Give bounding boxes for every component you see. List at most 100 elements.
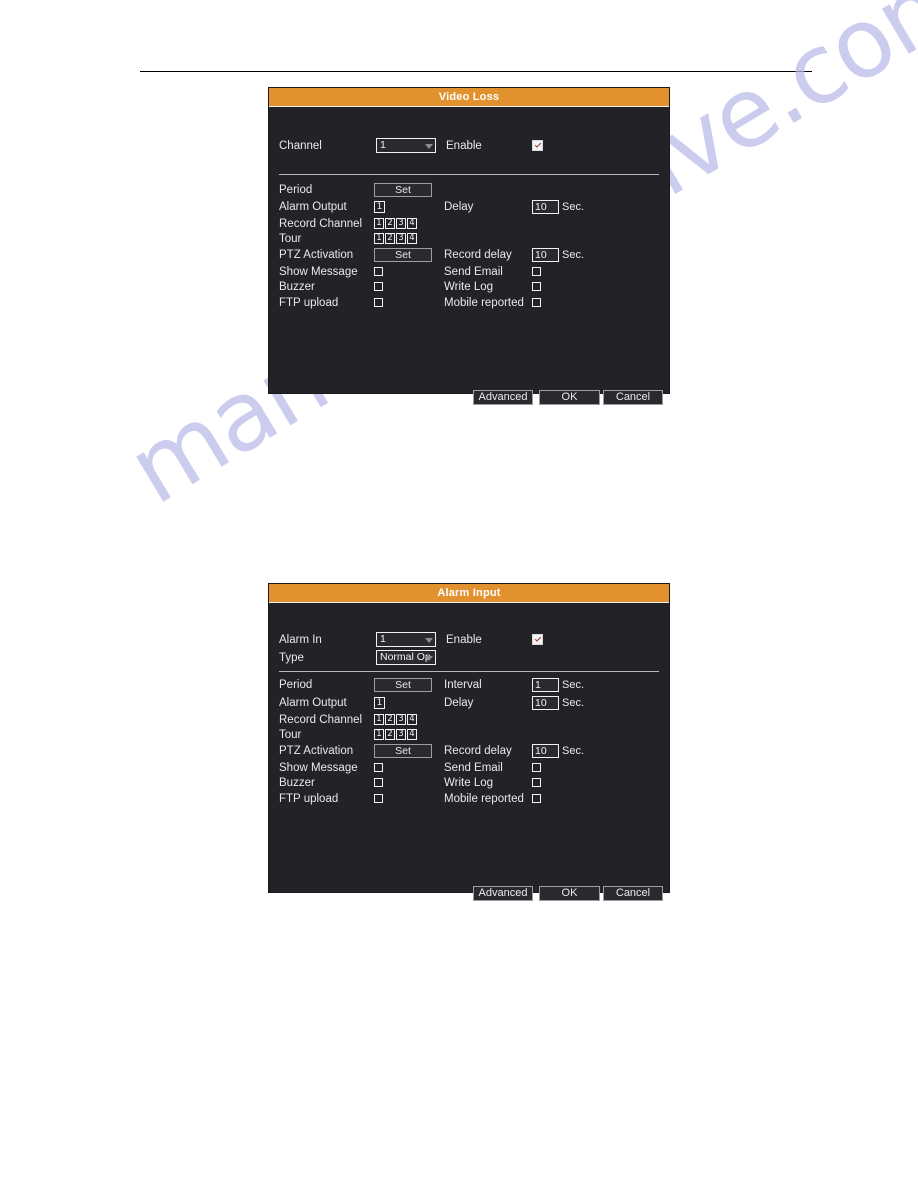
- alarm-output-row: Alarm Output 1 Delay 10 Sec.: [279, 695, 659, 711]
- advanced-button[interactable]: Advanced: [473, 390, 533, 405]
- tour-boxes[interactable]: 1 2 3 4: [374, 729, 417, 740]
- show-message-checkbox[interactable]: [374, 267, 383, 276]
- delay-input[interactable]: 10: [532, 696, 559, 710]
- send-email-checkbox[interactable]: [532, 267, 541, 276]
- alarm-output-row: Alarm Output 1 Delay 10 Sec.: [279, 199, 659, 215]
- ok-button[interactable]: OK: [539, 886, 600, 901]
- record-delay-unit: Sec.: [562, 745, 585, 757]
- write-log-checkbox[interactable]: [532, 282, 541, 291]
- ftp-upload-checkbox[interactable]: [374, 298, 383, 307]
- write-log-label: Write Log: [444, 777, 494, 789]
- tour-channel-4[interactable]: 4: [407, 729, 417, 740]
- show-message-checkbox[interactable]: [374, 763, 383, 772]
- delay-input[interactable]: 10: [532, 200, 559, 214]
- channel-label: Channel: [279, 140, 322, 152]
- alarm-output-channel-1[interactable]: 1: [374, 697, 385, 709]
- mobile-reported-checkbox[interactable]: [532, 794, 541, 803]
- write-log-label: Write Log: [444, 281, 494, 293]
- tour-channel-2[interactable]: 2: [385, 233, 395, 244]
- mobile-reported-label: Mobile reported: [444, 297, 524, 309]
- alarm-output-channel-1[interactable]: 1: [374, 201, 385, 213]
- record-channel-1[interactable]: 1: [374, 218, 384, 229]
- buzzer-row: Buzzer Write Log: [279, 279, 659, 295]
- enable-checkbox[interactable]: [532, 634, 543, 645]
- alarm-output-label: Alarm Output: [279, 201, 347, 213]
- alarm-output-channels[interactable]: 1: [374, 201, 385, 213]
- tour-channel-1[interactable]: 1: [374, 729, 384, 740]
- record-delay-unit: Sec.: [562, 249, 585, 261]
- period-set-button[interactable]: Set: [374, 183, 432, 197]
- ptz-activation-row: PTZ Activation Set Record delay 10 Sec.: [279, 743, 659, 759]
- show-message-row: Show Message Send Email: [279, 760, 659, 776]
- dialog-body: Channel 1 Enable Period Set Alarm Output…: [269, 107, 669, 405]
- advanced-button[interactable]: Advanced: [473, 886, 533, 901]
- record-channel-1[interactable]: 1: [374, 714, 384, 725]
- type-row: Type Normal Op: [279, 650, 659, 666]
- record-delay-input[interactable]: 10: [532, 248, 559, 262]
- cancel-button[interactable]: Cancel: [603, 886, 663, 901]
- buzzer-checkbox[interactable]: [374, 778, 383, 787]
- enable-checkbox[interactable]: [532, 140, 543, 151]
- tour-channel-1[interactable]: 1: [374, 233, 384, 244]
- cancel-button[interactable]: Cancel: [603, 390, 663, 405]
- record-channel-2[interactable]: 2: [385, 714, 395, 725]
- record-channel-3[interactable]: 3: [396, 218, 406, 229]
- section-divider: [279, 174, 659, 175]
- send-email-checkbox[interactable]: [532, 763, 541, 772]
- ftp-upload-checkbox[interactable]: [374, 794, 383, 803]
- alarm-in-row: Alarm In 1 Enable: [279, 632, 659, 648]
- tour-boxes[interactable]: 1 2 3 4: [374, 233, 417, 244]
- tour-channel-3[interactable]: 3: [396, 233, 406, 244]
- tour-label: Tour: [279, 729, 302, 741]
- record-channel-row: Record Channel 1 2 3 4: [279, 216, 659, 232]
- period-row: Period Set Interval 1 Sec.: [279, 677, 659, 693]
- alarm-in-select[interactable]: 1: [376, 632, 436, 647]
- mobile-reported-checkbox[interactable]: [532, 298, 541, 307]
- write-log-checkbox[interactable]: [532, 778, 541, 787]
- tour-channel-4[interactable]: 4: [407, 233, 417, 244]
- record-channel-3[interactable]: 3: [396, 714, 406, 725]
- record-delay-input[interactable]: 10: [532, 744, 559, 758]
- send-email-label: Send Email: [444, 266, 503, 278]
- type-select-value: Normal Op: [380, 651, 431, 663]
- record-delay-label: Record delay: [444, 745, 512, 757]
- dialog-body: Alarm In 1 Enable Type Normal Op Period …: [269, 603, 669, 901]
- record-channel-boxes[interactable]: 1 2 3 4: [374, 218, 417, 229]
- channel-row: Channel 1 Enable: [279, 138, 659, 154]
- delay-label: Delay: [444, 697, 474, 709]
- delay-unit: Sec.: [562, 697, 585, 709]
- record-channel-label: Record Channel: [279, 714, 363, 726]
- alarm-input-dialog: Alarm Input Alarm In 1 Enable Type Norma…: [268, 583, 670, 901]
- chevron-down-icon: [425, 144, 433, 149]
- chevron-down-icon: [425, 638, 433, 643]
- type-select[interactable]: Normal Op: [376, 650, 436, 665]
- ftp-upload-row: FTP upload Mobile reported: [279, 791, 659, 807]
- period-set-button[interactable]: Set: [374, 678, 432, 692]
- interval-input[interactable]: 1: [532, 678, 559, 692]
- tour-channel-3[interactable]: 3: [396, 729, 406, 740]
- tour-row: Tour 1 2 3 4: [279, 231, 659, 247]
- ptz-activation-set-button[interactable]: Set: [374, 744, 432, 758]
- video-loss-dialog: Video Loss Channel 1 Enable Period Set A…: [268, 87, 670, 405]
- record-channel-boxes[interactable]: 1 2 3 4: [374, 714, 417, 725]
- ptz-activation-row: PTZ Activation Set Record delay 10 Sec.: [279, 247, 659, 263]
- record-channel-2[interactable]: 2: [385, 218, 395, 229]
- buzzer-label: Buzzer: [279, 281, 315, 293]
- enable-label: Enable: [446, 140, 482, 152]
- delay-label: Delay: [444, 201, 474, 213]
- record-channel-4[interactable]: 4: [407, 714, 417, 725]
- buzzer-checkbox[interactable]: [374, 282, 383, 291]
- record-channel-label: Record Channel: [279, 218, 363, 230]
- record-channel-4[interactable]: 4: [407, 218, 417, 229]
- alarm-output-channels[interactable]: 1: [374, 697, 385, 709]
- ptz-activation-set-button[interactable]: Set: [374, 248, 432, 262]
- tour-channel-2[interactable]: 2: [385, 729, 395, 740]
- ok-button[interactable]: OK: [539, 390, 600, 405]
- show-message-label: Show Message: [279, 762, 358, 774]
- channel-select[interactable]: 1: [376, 138, 436, 153]
- tour-row: Tour 1 2 3 4: [279, 727, 659, 743]
- channel-select-value: 1: [380, 139, 386, 151]
- record-channel-row: Record Channel 1 2 3 4: [279, 712, 659, 728]
- show-message-label: Show Message: [279, 266, 358, 278]
- alarm-output-label: Alarm Output: [279, 697, 347, 709]
